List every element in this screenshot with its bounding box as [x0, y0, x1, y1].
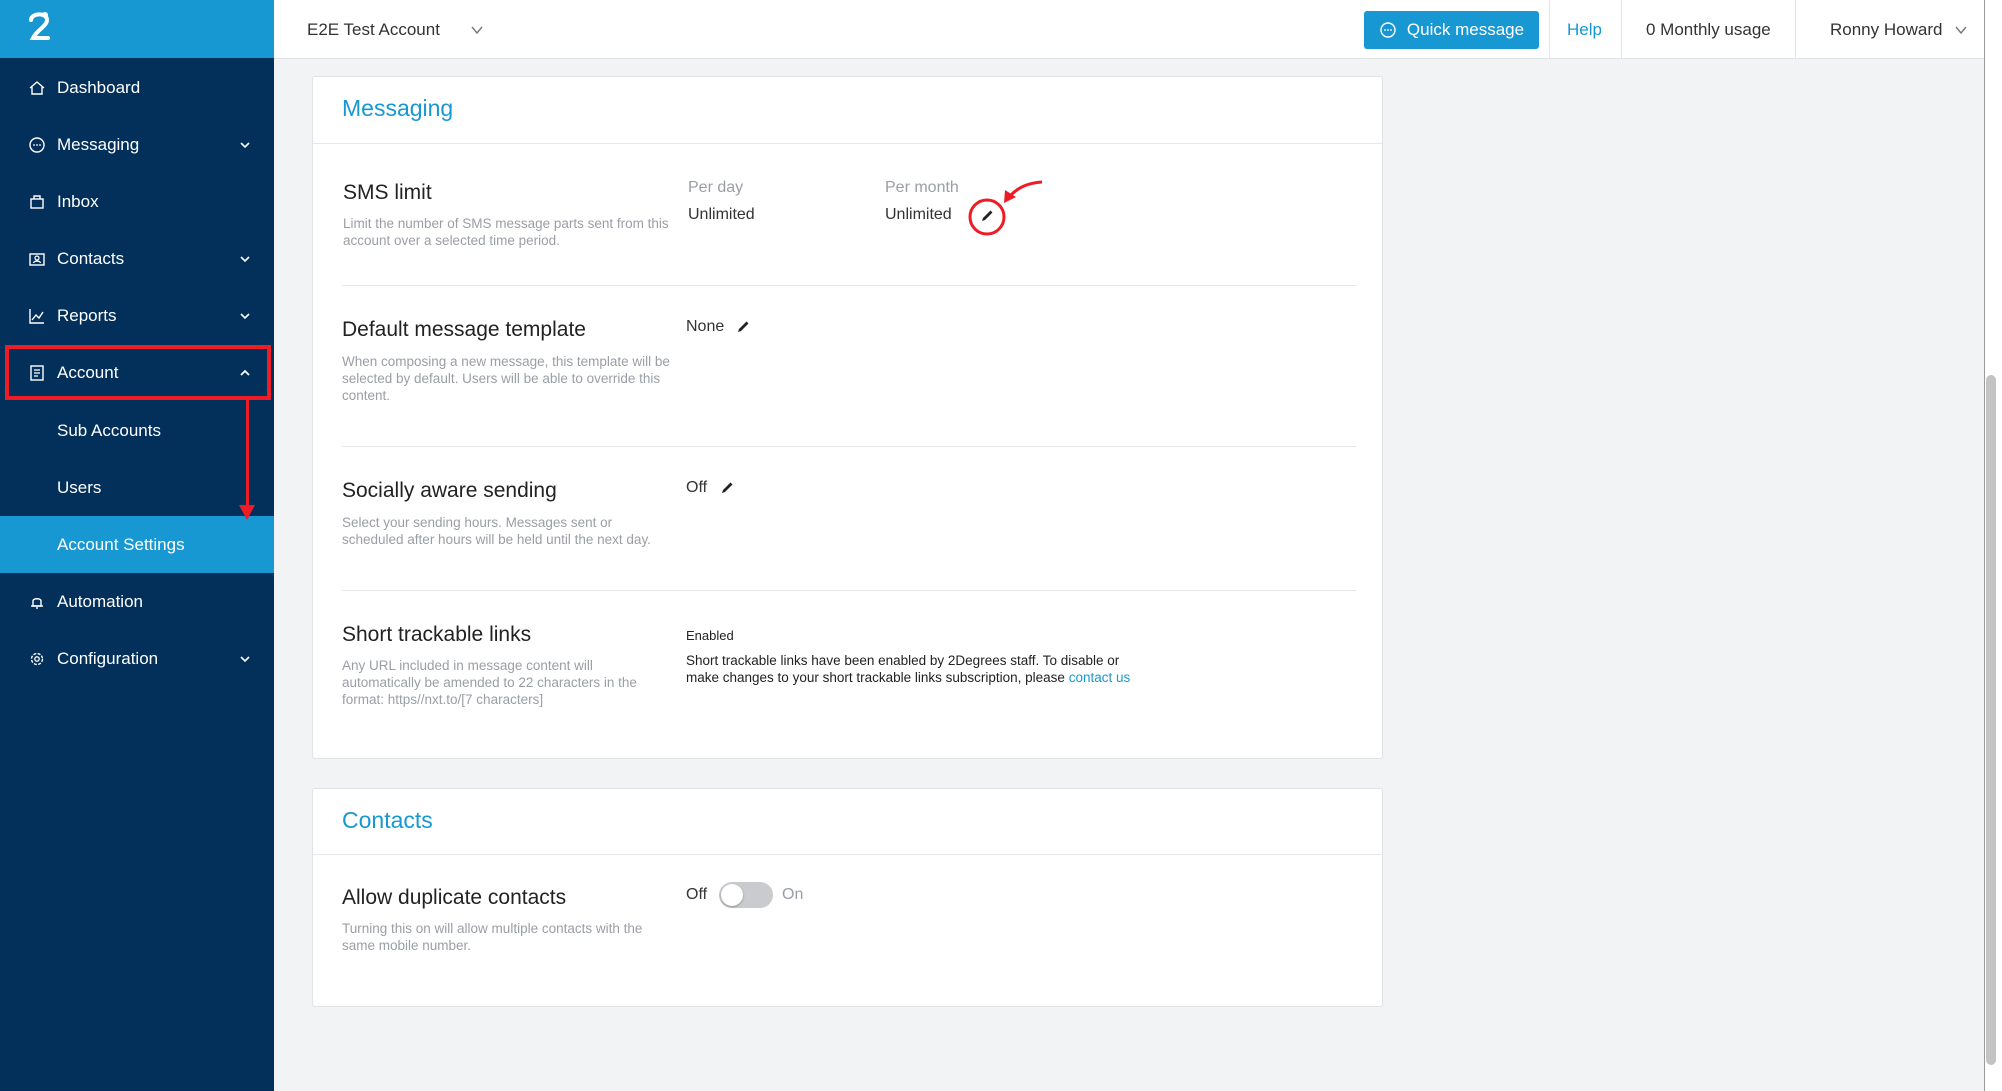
section-title: Contacts — [342, 807, 433, 833]
sidebar-item-label: Contacts — [57, 248, 125, 268]
sidebar: Dashboard Messaging Inbox Contacts Repor… — [0, 0, 274, 1091]
brand-logo-icon — [29, 12, 50, 40]
sidebar-item-label: Sub Accounts — [57, 420, 161, 440]
app-window: Dashboard Messaging Inbox Contacts Repor… — [0, 0, 1985, 1091]
sidebar-item-automation[interactable]: Automation — [0, 573, 274, 630]
per-day-label: Per day — [688, 179, 744, 196]
sidebar-item-dashboard[interactable]: Dashboard — [0, 59, 274, 116]
per-month-label: Per month — [885, 179, 959, 196]
sidebar-item-contacts[interactable]: Contacts — [0, 230, 274, 287]
sidebar-item-inbox[interactable]: Inbox — [0, 173, 274, 230]
home-icon — [29, 80, 45, 95]
per-day-value: Unlimited — [688, 206, 755, 223]
help-link[interactable]: Help — [1567, 0, 1602, 59]
account-name: E2E Test Account — [307, 19, 440, 39]
chevron-down-icon — [471, 26, 483, 34]
account-selector[interactable]: E2E Test Account — [307, 0, 484, 59]
default-template-value: None — [686, 318, 725, 335]
contact-us-link[interactable]: contact us — [1069, 670, 1131, 685]
divider — [313, 143, 1382, 144]
sidebar-item-label: Account Settings — [57, 534, 185, 554]
setting-description: When composing a new message, this templ… — [342, 354, 670, 403]
setting-title: Short trackable links — [342, 623, 532, 646]
scrollbar[interactable] — [1986, 375, 1996, 1065]
sidebar-item-users[interactable]: Users — [0, 459, 274, 516]
setting-title: Default message template — [342, 318, 586, 341]
inbox-icon — [30, 194, 44, 209]
per-month-value: Unlimited — [885, 206, 952, 223]
chevron-down-icon — [240, 655, 250, 662]
chat-bubble-icon — [1380, 22, 1396, 38]
toggle-off-label: Off — [686, 886, 708, 903]
short-links-note-text: Short trackable links have been enabled … — [686, 653, 1120, 685]
sidebar-item-label: Reports — [57, 305, 117, 325]
setting-title: SMS limit — [343, 181, 432, 204]
toggle-on-label: On — [782, 886, 804, 903]
sidebar-item-configuration[interactable]: Configuration — [0, 630, 274, 687]
short-links-note: Short trackable links have been enabled … — [686, 652, 1156, 686]
contact-card-icon — [29, 252, 45, 266]
divider — [1621, 0, 1622, 59]
divider — [313, 854, 1382, 855]
logo[interactable] — [0, 0, 274, 58]
setting-description: Select your sending hours. Messages sent… — [342, 515, 651, 547]
chevron-down-icon — [1955, 26, 1967, 34]
setting-description: Limit the number of SMS message parts se… — [343, 216, 669, 248]
sidebar-item-label: Dashboard — [57, 77, 141, 97]
divider — [1795, 0, 1796, 59]
sidebar-item-label: Configuration — [57, 648, 159, 668]
contacts-card: Contacts Allow duplicate contacts Turnin… — [312, 788, 1383, 1007]
bell-icon — [31, 597, 43, 609]
chat-bubble-icon — [29, 136, 45, 153]
sidebar-item-label: Users — [57, 477, 102, 497]
socially-aware-value: Off — [686, 479, 708, 496]
sidebar-item-label: Automation — [57, 591, 143, 611]
setting-title: Allow duplicate contacts — [342, 886, 567, 909]
setting-title: Socially aware sending — [342, 479, 557, 502]
gear-icon — [30, 652, 44, 665]
annotation-highlight-box — [5, 345, 271, 400]
divider — [1549, 0, 1550, 59]
short-links-status: Enabled — [686, 628, 734, 643]
sidebar-item-reports[interactable]: Reports — [0, 287, 274, 344]
sidebar-item-label: Inbox — [57, 191, 99, 211]
user-menu[interactable]: Ronny Howard — [1830, 0, 1968, 59]
pencil-icon[interactable] — [736, 319, 751, 334]
chevron-down-icon — [240, 312, 250, 319]
chevron-down-icon — [240, 141, 250, 148]
chevron-down-icon — [240, 255, 250, 262]
setting-description: Any URL included in message content will… — [342, 658, 637, 707]
top-bar: E2E Test Account Quick message Help 0 Mo… — [274, 0, 1984, 59]
setting-description: Turning this on will allow multiple cont… — [342, 921, 643, 953]
sidebar-item-label: Messaging — [57, 134, 140, 154]
messaging-card: Messaging SMS limit Limit the number of … — [312, 76, 1383, 759]
sidebar-item-sub-accounts[interactable]: Sub Accounts — [0, 402, 274, 459]
user-name: Ronny Howard — [1830, 19, 1943, 39]
pencil-icon[interactable] — [720, 480, 735, 495]
sidebar-item-account-settings[interactable]: Account Settings — [0, 516, 274, 573]
annotation-arrow-head — [239, 505, 255, 520]
line-chart-icon — [29, 308, 44, 324]
annotation-circle-arrow — [968, 180, 1043, 236]
quick-message-label: Quick message — [1406, 20, 1525, 39]
section-title: Messaging — [342, 95, 454, 121]
quick-message-button[interactable]: Quick message — [1364, 11, 1539, 49]
annotation-arrow-line — [246, 400, 249, 510]
sidebar-item-messaging[interactable]: Messaging — [0, 116, 274, 173]
divider — [342, 446, 1356, 447]
divider — [342, 590, 1356, 591]
toggle-knob — [721, 884, 743, 906]
duplicate-contacts-toggle[interactable] — [719, 882, 773, 908]
monthly-usage[interactable]: 0 Monthly usage — [1646, 0, 1771, 59]
divider — [342, 285, 1356, 286]
